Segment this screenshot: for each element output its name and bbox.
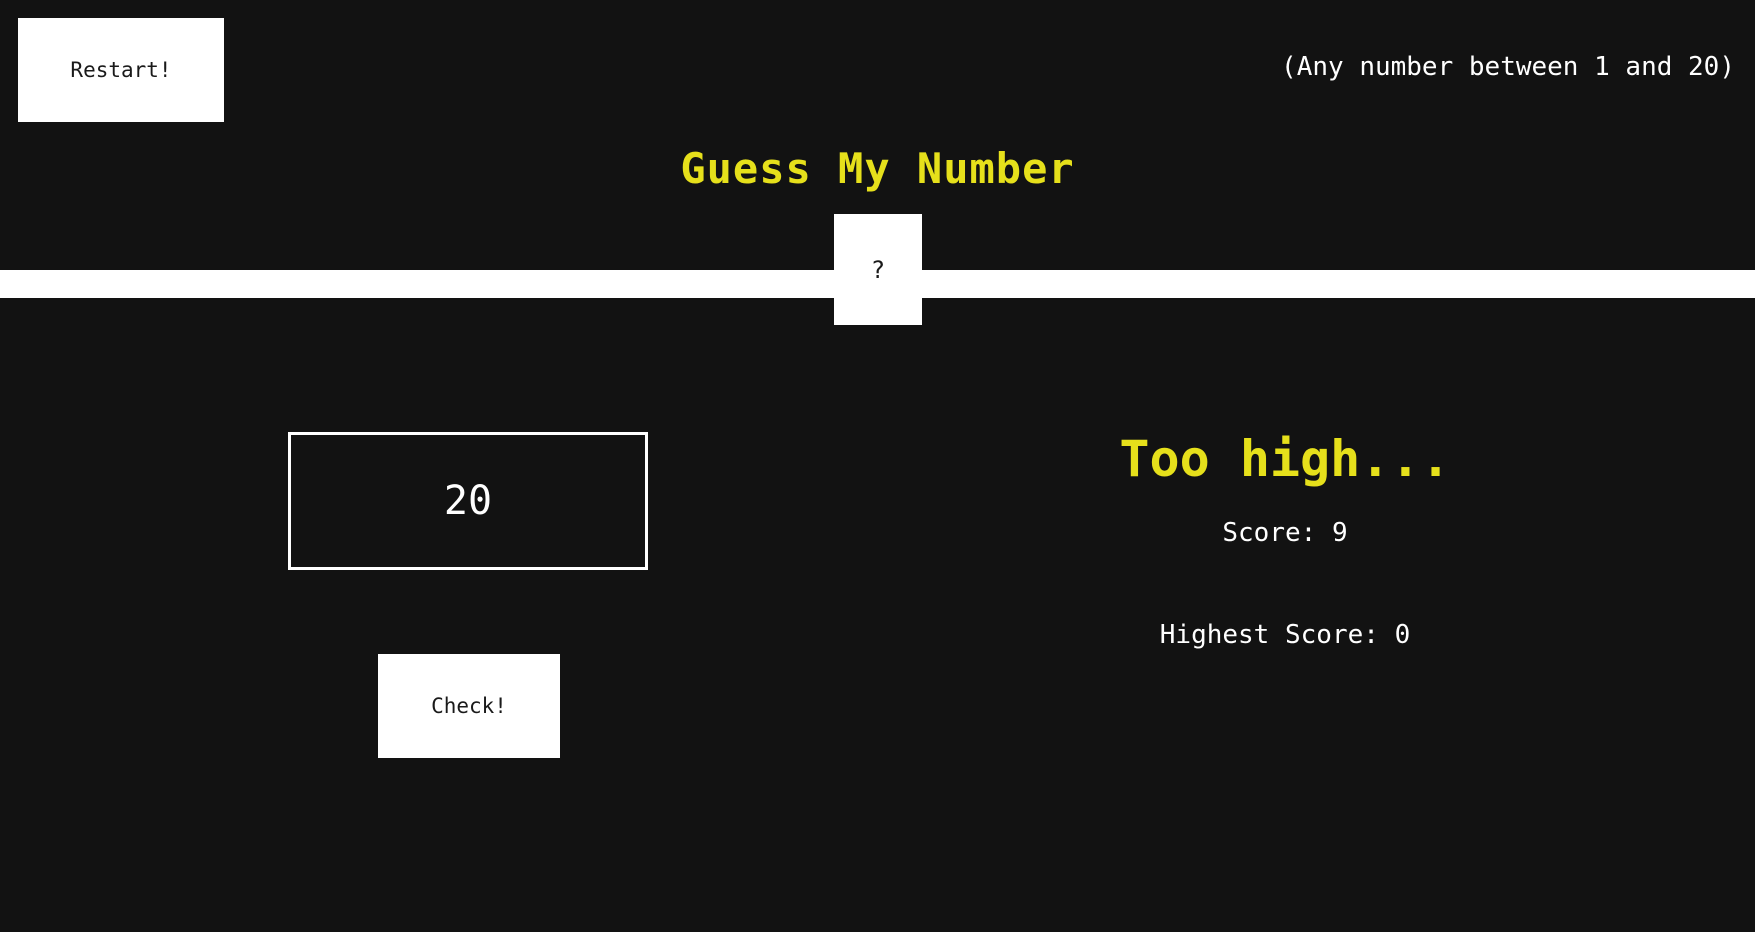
- guess-input[interactable]: [288, 432, 648, 570]
- status-message: Too high...: [1119, 430, 1451, 488]
- score-label: Score:: [1222, 518, 1317, 548]
- score-value: 9: [1331, 518, 1348, 548]
- highscore-value: 0: [1394, 620, 1411, 650]
- check-button[interactable]: Check!: [378, 654, 560, 758]
- range-hint: (Any number between 1 and 20): [1281, 52, 1735, 82]
- game-page: { "header": { "restart_label": "Restart!…: [0, 0, 1755, 932]
- page-title: Guess My Number: [680, 144, 1075, 193]
- highscore-display: Highest Score: 0: [1030, 620, 1540, 650]
- restart-button[interactable]: Restart!: [18, 18, 224, 122]
- secret-number-display: ?: [870, 255, 886, 284]
- score-display: Score: 9: [1030, 518, 1540, 548]
- highscore-label: Highest Score:: [1159, 620, 1379, 650]
- secret-number-box: ?: [834, 214, 922, 325]
